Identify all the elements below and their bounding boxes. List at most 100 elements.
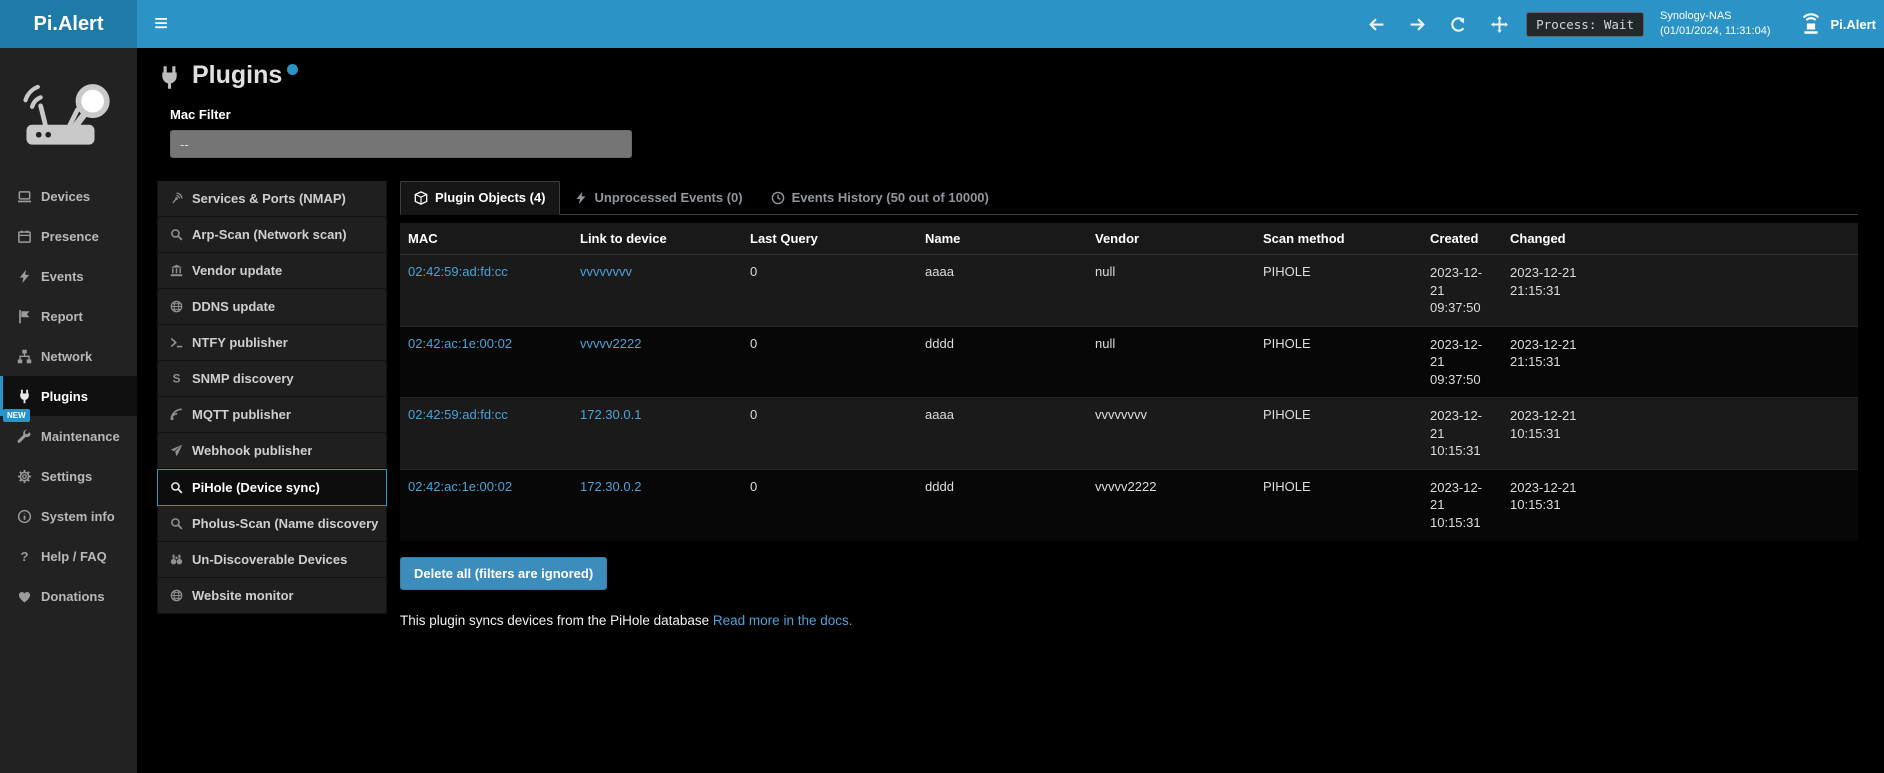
table-row: 02:42:ac:1e:00:02 vvvvv2222 0 dddd null … xyxy=(400,326,1858,398)
sidebar-item-label: Donations xyxy=(41,589,105,604)
plugin-list-item-label: Pholus-Scan (Name discovery) xyxy=(192,516,378,531)
mac-link[interactable]: 02:42:ac:1e:00:02 xyxy=(408,479,512,494)
column-header-created[interactable]: Created xyxy=(1422,223,1502,255)
router-logo xyxy=(0,48,137,176)
name-cell: aaaa xyxy=(917,398,1087,470)
plugin-list-item[interactable]: Arp-Scan (Network scan) xyxy=(157,217,387,253)
mac-link[interactable]: 02:42:ac:1e:00:02 xyxy=(408,336,512,351)
back-button[interactable] xyxy=(1368,16,1385,33)
sidebar-item-label: Devices xyxy=(41,189,90,204)
plugin-list-item-label: Website monitor xyxy=(192,588,294,603)
sidebar-item[interactable]: Events xyxy=(0,256,137,296)
filler-cell xyxy=(1588,469,1858,540)
sidebar-item[interactable]: Help / FAQ xyxy=(0,536,137,576)
sidebar-menu: Devices Presence Events Report xyxy=(0,176,137,616)
mac-link[interactable]: 02:42:59:ad:fd:cc xyxy=(408,264,508,279)
plugin-list-item-label: Services & Ports (NMAP) xyxy=(192,191,346,206)
plugin-list-item[interactable]: Un-Discoverable Devices xyxy=(157,542,387,578)
column-header-last-query[interactable]: Last Query xyxy=(742,223,917,255)
mac-filter-input[interactable] xyxy=(170,130,632,158)
sidebar-item[interactable]: Presence xyxy=(0,216,137,256)
plugin-list-item-label: Un-Discoverable Devices xyxy=(192,552,347,567)
plugin-description-text: This plugin syncs devices from the PiHol… xyxy=(400,613,713,628)
refresh-icon xyxy=(1450,16,1467,33)
last-query-cell: 0 xyxy=(742,326,917,398)
globe-icon xyxy=(170,589,183,602)
changed-cell: 2023-12-21 10:15:31 xyxy=(1502,398,1588,470)
sidebar-item[interactable]: Network xyxy=(0,336,137,376)
column-header-scan-method[interactable]: Scan method xyxy=(1255,223,1422,255)
sidebar-item-label: Report xyxy=(41,309,83,324)
sidebar-toggle-button[interactable]: ≡ xyxy=(137,0,185,48)
vendor-cell: vvvvv2222 xyxy=(1087,469,1255,540)
mqtt-icon xyxy=(170,408,183,421)
sidebar-item[interactable]: Settings xyxy=(0,456,137,496)
scan-method-cell: PIHOLE xyxy=(1255,469,1422,540)
device-link[interactable]: vvvvv2222 xyxy=(580,336,641,351)
table-row: 02:42:59:ad:fd:cc 172.30.0.1 0 aaaa vvvv… xyxy=(400,398,1858,470)
column-header-vendor[interactable]: Vendor xyxy=(1087,223,1255,255)
arrow-right-icon xyxy=(1409,16,1426,33)
device-link[interactable]: 172.30.0.2 xyxy=(580,479,641,494)
column-header-link[interactable]: Link to device xyxy=(572,223,742,255)
refresh-button[interactable] xyxy=(1450,16,1467,33)
snmp-icon xyxy=(170,372,183,385)
sidebar-item-label: Events xyxy=(41,269,84,284)
filler-cell xyxy=(1588,255,1858,327)
forward-button[interactable] xyxy=(1409,16,1426,33)
delete-all-button[interactable]: Delete all (filters are ignored) xyxy=(400,557,607,590)
plugin-list-item[interactable]: DDNS update xyxy=(157,289,387,325)
plugin-list-item[interactable]: Website monitor xyxy=(157,578,387,614)
sidebar-item[interactable]: System info xyxy=(0,496,137,536)
calendar-icon xyxy=(17,229,32,244)
sidebar-item-label: System info xyxy=(41,509,115,524)
plugin-list-item-label: Vendor update xyxy=(192,263,282,278)
sidebar-item-label: Maintenance xyxy=(41,429,120,444)
laptop-icon xyxy=(17,189,32,204)
sidebar: Devices Presence Events Report xyxy=(0,48,137,773)
tab[interactable]: Events History (50 out of 10000) xyxy=(757,181,1003,215)
device-link[interactable]: 172.30.0.1 xyxy=(580,407,641,422)
main-content: Plugins Mac Filter Services & Ports (NMA… xyxy=(137,48,1884,773)
sidebar-item[interactable]: NEW Maintenance xyxy=(0,416,137,456)
plugin-list-item[interactable]: MQTT publisher xyxy=(157,397,387,433)
host-time: (01/01/2024, 11:31:04) xyxy=(1660,24,1771,39)
plugin-list-item[interactable]: NTFY publisher xyxy=(157,325,387,361)
table-header-row: MAC Link to device Last Query Name Vendo… xyxy=(400,223,1858,255)
flag-icon xyxy=(17,309,32,324)
vendor-cell: null xyxy=(1087,326,1255,398)
tab[interactable]: Unprocessed Events (0) xyxy=(560,181,757,215)
topnav xyxy=(1368,0,1508,48)
move-button[interactable] xyxy=(1491,16,1508,33)
changed-cell: 2023-12-21 10:15:31 xyxy=(1502,469,1588,540)
mac-link[interactable]: 02:42:59:ad:fd:cc xyxy=(408,407,508,422)
content-row: Services & Ports (NMAP) Arp-Scan (Networ… xyxy=(157,181,1858,628)
scan-method-cell: PIHOLE xyxy=(1255,255,1422,327)
column-header-name[interactable]: Name xyxy=(917,223,1087,255)
plugin-list-item[interactable]: PiHole (Device sync) xyxy=(157,469,387,506)
plugin-list-item[interactable]: SNMP discovery xyxy=(157,361,387,397)
plugin-list-item[interactable]: Pholus-Scan (Name discovery) xyxy=(157,506,387,542)
tab[interactable]: Plugin Objects (4) xyxy=(400,181,560,215)
column-header-changed[interactable]: Changed xyxy=(1502,223,1588,255)
table-row: 02:42:ac:1e:00:02 172.30.0.2 0 dddd vvvv… xyxy=(400,469,1858,540)
topbar-spacer xyxy=(185,0,1368,48)
router-scan-logo-image xyxy=(17,71,121,153)
plugin-list-item[interactable]: Webhook publisher xyxy=(157,433,387,469)
plugin-list-item-label: DDNS update xyxy=(192,299,275,314)
plugin-list-item[interactable]: Vendor update xyxy=(157,253,387,289)
plugins-help-badge[interactable] xyxy=(287,64,298,75)
plugin-list-item[interactable]: Services & Ports (NMAP) xyxy=(157,181,387,217)
sidebar-item-label: Settings xyxy=(41,469,92,484)
brand-logo[interactable]: Pi.Alert xyxy=(0,0,137,48)
device-link[interactable]: vvvvvvvv xyxy=(580,264,632,279)
column-header-mac[interactable]: MAC xyxy=(400,223,572,255)
sidebar-item[interactable]: Report xyxy=(0,296,137,336)
sidebar-item[interactable]: Devices xyxy=(0,176,137,216)
box-icon xyxy=(414,191,428,205)
bank-icon xyxy=(170,264,183,277)
new-badge: NEW xyxy=(3,409,30,422)
sidebar-item[interactable]: Donations xyxy=(0,576,137,616)
docs-link[interactable]: Read more in the docs. xyxy=(713,613,853,628)
last-query-cell: 0 xyxy=(742,469,917,540)
